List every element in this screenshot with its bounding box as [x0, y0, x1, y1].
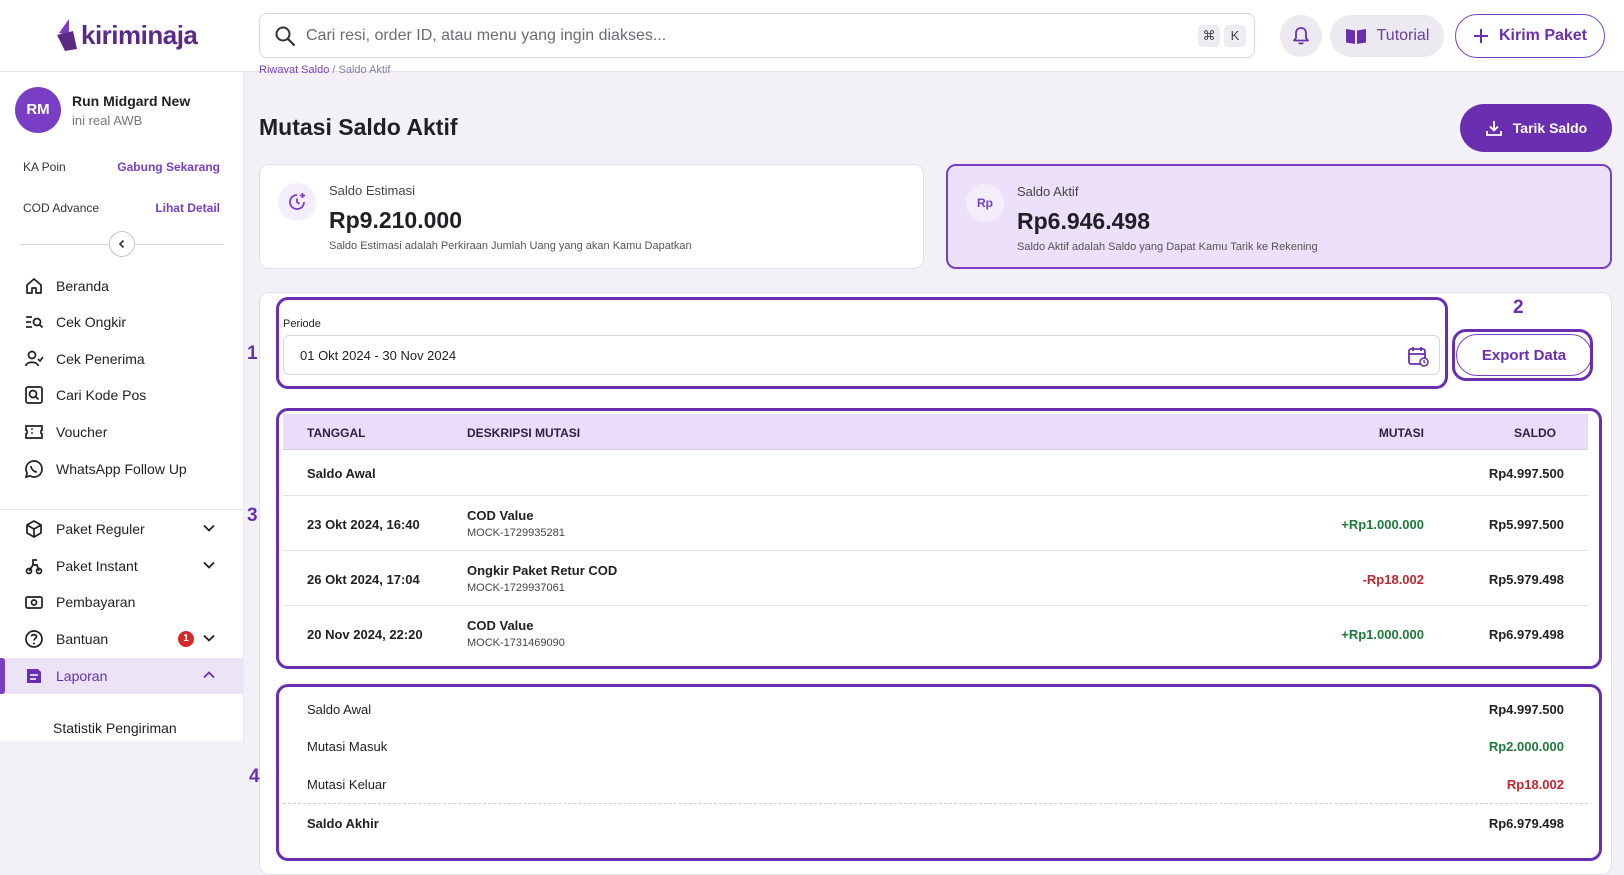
highlight-box-4	[276, 684, 1602, 861]
annotation-marker-1: 1	[247, 343, 258, 364]
chevron-down-icon	[203, 634, 215, 642]
annotation-marker-4: 4	[249, 766, 260, 787]
breadcrumb: Riwayat Saldo / Saldo Aktif	[259, 64, 391, 73]
clock-plus-icon	[289, 193, 305, 210]
sidebar-item-label: Cek Ongkir	[56, 314, 127, 330]
notification-badge: 1	[178, 631, 194, 647]
sidebar-item-label: Voucher	[56, 424, 108, 440]
sidebar-collapse-button[interactable]	[109, 231, 135, 257]
saldo-estimasi-card: Saldo Estimasi Rp9.210.000 Saldo Estimas…	[259, 164, 924, 269]
user-name: Run Midgard New	[72, 93, 191, 109]
user-subtitle: ini real AWB	[72, 113, 143, 128]
sidebar-subitem-statistik-pengiriman[interactable]: Statistik Pengiriman	[53, 720, 177, 736]
home-icon	[26, 278, 42, 294]
logo[interactable]: kiriminaja	[55, 18, 198, 52]
card-icon-wrapper	[278, 183, 316, 221]
kirim-paket-button[interactable]: Kirim Paket	[1455, 14, 1605, 58]
highlight-box-1	[276, 297, 1448, 389]
sidebar-item-whatsapp-follow-up[interactable]: WhatsApp Follow Up	[0, 451, 244, 487]
chevron-down-icon	[203, 524, 215, 532]
notification-button[interactable]	[1280, 15, 1322, 57]
sidebar-item-label: Bantuan	[56, 631, 109, 647]
saldo-estimasi-value: Rp9.210.000	[329, 207, 462, 233]
tutorial-label: Tutorial	[1376, 27, 1430, 44]
sidebar-item-label: Laporan	[56, 668, 108, 684]
logo-text: kiriminaja	[81, 19, 198, 50]
sidebar-item-cek-penerima[interactable]: Cek Penerima	[0, 341, 244, 377]
search-input[interactable]	[306, 14, 1126, 57]
saldo-aktif-value: Rp6.946.498	[1017, 208, 1150, 234]
breadcrumb-current: Saldo Aktif	[338, 64, 391, 73]
breadcrumb-parent-link[interactable]: Riwayat Saldo	[259, 64, 329, 73]
sidebar-item-laporan[interactable]: Laporan	[0, 658, 244, 694]
top-bar: kiriminaja ⌘ K Tutorial Kirim Paket	[0, 0, 1624, 72]
sidebar-item-label: Cek Penerima	[56, 351, 145, 367]
shortcut-cmd-key: ⌘	[1198, 25, 1220, 47]
saldo-estimasi-label: Saldo Estimasi	[329, 183, 415, 198]
download-icon	[1485, 121, 1502, 136]
tutorial-button[interactable]: Tutorial	[1330, 15, 1444, 57]
box-icon	[26, 520, 42, 538]
cod-advance-label: COD Advance	[23, 201, 100, 215]
ka-poin-label: KA Poin	[23, 160, 66, 174]
rupiah-icon: Rp	[966, 184, 1004, 222]
chevron-down-icon	[203, 561, 215, 569]
sidebar-item-paket-instant[interactable]: Paket Instant	[0, 548, 244, 584]
logo-mark-icon	[57, 19, 77, 51]
cod-advance-link[interactable]: Lihat Detail	[155, 201, 220, 215]
sidebar-item-beranda[interactable]: Beranda	[0, 268, 244, 304]
sidebar-item-cari-kode-pos[interactable]: Cari Kode Pos	[0, 377, 244, 413]
breadcrumb-separator: /	[332, 64, 336, 73]
saldo-aktif-desc: Saldo Aktif adalah Saldo yang Dapat Kamu…	[1017, 241, 1318, 253]
saldo-aktif-card: Rp Saldo Aktif Rp6.946.498 Saldo Aktif a…	[946, 164, 1612, 269]
avatar[interactable]: RM	[15, 87, 61, 133]
chevron-left-icon	[118, 239, 125, 249]
plus-icon	[1473, 29, 1488, 43]
tarik-saldo-button[interactable]: Tarik Saldo	[1460, 104, 1612, 152]
kirim-paket-label: Kirim Paket	[1498, 27, 1588, 44]
sidebar-item-bantuan[interactable]: Bantuan 1	[0, 621, 244, 657]
book-icon	[1345, 29, 1366, 44]
list-search-icon	[26, 316, 44, 329]
shortcut-k-key: K	[1224, 25, 1246, 47]
chevron-up-icon	[203, 671, 215, 679]
sidebar-item-label: Paket Reguler	[56, 521, 145, 537]
scooter-icon	[25, 559, 43, 575]
annotation-marker-3: 3	[247, 505, 258, 526]
sidebar-item-cek-ongkir[interactable]: Cek Ongkir	[0, 304, 244, 340]
search-bar[interactable]: ⌘ K	[259, 13, 1255, 58]
user-check-icon	[25, 350, 44, 367]
help-icon	[25, 630, 43, 648]
whatsapp-icon	[24, 460, 43, 479]
bell-icon	[1293, 27, 1309, 45]
sidebar-item-voucher[interactable]: Voucher	[0, 414, 244, 450]
sidebar-item-label: WhatsApp Follow Up	[56, 461, 187, 477]
sidebar-item-pembayaran[interactable]: Pembayaran	[0, 584, 244, 620]
saldo-estimasi-desc: Saldo Estimasi adalah Perkiraan Jumlah U…	[329, 240, 692, 252]
highlight-box-3	[276, 408, 1602, 669]
saldo-aktif-label: Saldo Aktif	[1017, 184, 1079, 199]
sidebar-item-label: Pembayaran	[56, 594, 136, 610]
page-title: Mutasi Saldo Aktif	[259, 114, 458, 140]
sidebar-item-paket-reguler[interactable]: Paket Reguler	[0, 511, 244, 547]
sidebar-separator	[0, 509, 244, 510]
search-box-icon	[25, 386, 43, 404]
sidebar-item-label: Cari Kode Pos	[56, 387, 147, 403]
sidebar: RM Run Midgard New ini real AWB KA Poin …	[0, 72, 244, 875]
highlight-box-2	[1452, 329, 1593, 381]
report-icon	[27, 669, 41, 683]
annotation-marker-2: 2	[1513, 297, 1524, 318]
money-icon	[25, 596, 43, 609]
tarik-saldo-label: Tarik Saldo	[1512, 120, 1588, 136]
ka-poin-link[interactable]: Gabung Sekarang	[117, 160, 220, 174]
sidebar-item-label: Paket Instant	[56, 558, 138, 574]
search-icon	[275, 26, 296, 47]
ticket-icon	[25, 425, 43, 439]
sidebar-item-label: Beranda	[56, 278, 109, 294]
